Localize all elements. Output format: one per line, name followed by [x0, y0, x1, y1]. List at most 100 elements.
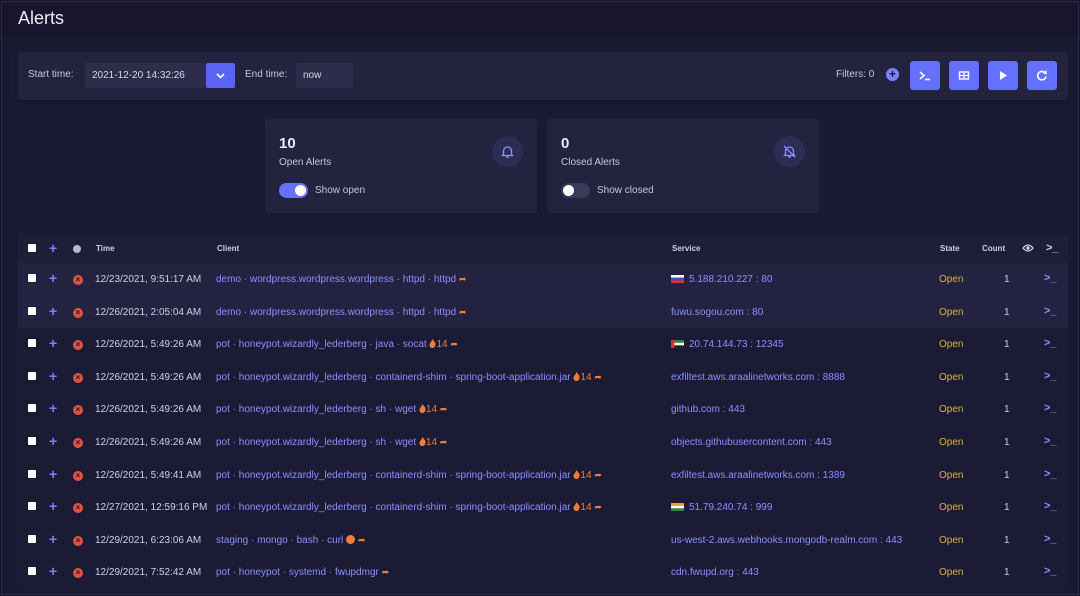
- exit-icon[interactable]: ➦: [459, 274, 467, 284]
- table-row[interactable]: + × 12/26/2021, 2:05:04 AM demo · wordpress…: [18, 295, 1068, 329]
- alert-time: 12/26/2021, 5:49:41 AM: [95, 469, 202, 481]
- table-row[interactable]: + × 12/26/2021, 5:49:41 AM pot · honeypot.w…: [18, 458, 1068, 492]
- expand-all-icon[interactable]: +: [49, 240, 57, 256]
- alert-time: 12/26/2021, 5:49:26 AM: [95, 371, 202, 383]
- service-link[interactable]: github.com : 443: [671, 404, 745, 415]
- start-time-input[interactable]: 2021-12-20 14:32:26: [85, 63, 206, 88]
- client-path-link[interactable]: pot · honeypot.wizardly_lederberg · sh ·…: [216, 404, 416, 415]
- row-checkbox[interactable]: [28, 274, 36, 282]
- client-path-link[interactable]: staging · mongo · bash · curl: [216, 535, 343, 546]
- col-time[interactable]: Time: [96, 244, 115, 253]
- row-checkbox[interactable]: [28, 469, 36, 478]
- col-service[interactable]: Service: [672, 244, 700, 253]
- row-checkbox[interactable]: [28, 567, 36, 576]
- row-checkbox[interactable]: [28, 534, 36, 543]
- row-checkbox[interactable]: [28, 339, 36, 348]
- row-checkbox[interactable]: [28, 436, 36, 445]
- add-filter-icon[interactable]: +: [886, 68, 899, 81]
- terminal-row-icon[interactable]: >_: [1044, 533, 1057, 545]
- expand-row-icon[interactable]: +: [49, 563, 57, 579]
- terminal-row-icon[interactable]: >_: [1044, 468, 1057, 480]
- close-alert-icon[interactable]: ×: [73, 568, 83, 579]
- exit-icon[interactable]: ➦: [594, 470, 602, 480]
- show-open-toggle[interactable]: [279, 183, 308, 198]
- close-alert-icon[interactable]: ×: [73, 535, 83, 546]
- table-view-button[interactable]: [949, 61, 979, 90]
- play-button[interactable]: [988, 61, 1018, 90]
- close-alert-icon[interactable]: ×: [73, 470, 83, 481]
- service-link[interactable]: fuwu.sogou.com : 80: [671, 307, 763, 318]
- terminal-row-icon[interactable]: >_: [1044, 565, 1057, 577]
- close-alert-icon[interactable]: ×: [73, 405, 83, 416]
- terminal-row-icon[interactable]: >_: [1044, 305, 1057, 317]
- service-link[interactable]: 5.188.210.227 : 80: [689, 274, 772, 285]
- refresh-button[interactable]: [1027, 61, 1057, 90]
- client-path-link[interactable]: demo · wordpress.wordpress.wordpress · h…: [216, 274, 456, 285]
- start-time-dropdown-button[interactable]: [206, 63, 235, 88]
- table-row[interactable]: + × 12/27/2021, 12:59:16 PM pot · honeypot.…: [18, 491, 1068, 524]
- table-row[interactable]: + × 12/26/2021, 5:49:26 AM pot · honeypot.w…: [18, 360, 1068, 394]
- expand-row-icon[interactable]: +: [49, 498, 57, 514]
- client-path-link[interactable]: pot · honeypot.wizardly_lederberg · cont…: [216, 470, 571, 481]
- close-alert-icon[interactable]: ×: [73, 503, 83, 514]
- expand-row-icon[interactable]: +: [49, 531, 57, 547]
- row-checkbox[interactable]: [28, 306, 36, 315]
- service-link[interactable]: exfiltest.aws.araalinetworks.com : 8888: [671, 372, 845, 383]
- show-closed-toggle[interactable]: [561, 183, 590, 198]
- close-alert-icon[interactable]: ×: [73, 275, 83, 285]
- service-link[interactable]: cdn.fwupd.org : 443: [671, 567, 759, 578]
- terminal-row-icon[interactable]: >_: [1044, 402, 1057, 414]
- expand-row-icon[interactable]: +: [49, 433, 57, 449]
- close-alert-icon[interactable]: ×: [73, 307, 83, 318]
- col-client[interactable]: Client: [217, 244, 239, 253]
- terminal-row-icon[interactable]: >_: [1044, 370, 1057, 382]
- exit-icon[interactable]: ➦: [459, 307, 467, 317]
- expand-row-icon[interactable]: +: [49, 400, 57, 416]
- terminal-row-icon[interactable]: >_: [1044, 435, 1057, 447]
- client-path-link[interactable]: pot · honeypot.wizardly_lederberg · cont…: [216, 372, 571, 383]
- terminal-button[interactable]: [910, 61, 940, 90]
- table-row[interactable]: + × 12/26/2021, 5:49:26 AM pot · honeypot.w…: [18, 393, 1068, 426]
- table-row[interactable]: + × 12/26/2021, 5:49:26 AM pot · honeypot.w…: [18, 425, 1068, 459]
- client-path-link[interactable]: pot · honeypot · systemd · fwupdmgr: [216, 567, 379, 578]
- client-path-link[interactable]: demo · wordpress.wordpress.wordpress · h…: [216, 307, 456, 318]
- table-row[interactable]: + × 12/29/2021, 7:52:42 AM pot · honeypot ·…: [18, 556, 1068, 589]
- exit-icon[interactable]: ➦: [440, 437, 448, 447]
- expand-row-icon[interactable]: +: [49, 270, 57, 286]
- exit-icon[interactable]: ➦: [358, 535, 366, 545]
- col-count[interactable]: Count: [982, 244, 1005, 253]
- service-link[interactable]: 20.74.144.73 : 12345: [689, 339, 784, 350]
- expand-row-icon[interactable]: +: [49, 303, 57, 319]
- service-link[interactable]: us-west-2.aws.webhooks.mongodb-realm.com…: [671, 535, 902, 546]
- service-link[interactable]: exfiltest.aws.araalinetworks.com : 1389: [671, 470, 845, 481]
- close-alert-icon[interactable]: ×: [73, 372, 83, 383]
- table-row[interactable]: + × 12/23/2021, 9:51:17 AM demo · wordpress…: [18, 263, 1068, 296]
- row-checkbox[interactable]: [28, 371, 36, 380]
- client-path-link[interactable]: pot · honeypot.wizardly_lederberg · cont…: [216, 502, 571, 513]
- expand-row-icon[interactable]: +: [49, 368, 57, 384]
- exit-icon[interactable]: ➦: [450, 339, 458, 349]
- client-path-link[interactable]: pot · honeypot.wizardly_lederberg · sh ·…: [216, 437, 416, 448]
- col-state[interactable]: State: [940, 244, 960, 253]
- table-row[interactable]: + × 12/29/2021, 6:23:06 AM staging · mongo …: [18, 523, 1068, 557]
- table-row[interactable]: + × 12/26/2021, 5:49:26 AM pot · honeypot.w…: [18, 328, 1068, 361]
- exit-icon[interactable]: ➦: [440, 404, 448, 414]
- close-alert-icon[interactable]: ×: [73, 340, 83, 351]
- close-alert-icon[interactable]: ×: [73, 437, 83, 448]
- terminal-row-icon[interactable]: >_: [1044, 337, 1057, 349]
- expand-row-icon[interactable]: +: [49, 335, 57, 351]
- service-link[interactable]: 51.79.240.74 : 999: [689, 502, 772, 513]
- client-path-link[interactable]: pot · honeypot.wizardly_lederberg · java…: [216, 339, 427, 350]
- row-checkbox[interactable]: [28, 404, 36, 413]
- exit-icon[interactable]: ➦: [594, 372, 602, 382]
- expand-row-icon[interactable]: +: [49, 466, 57, 482]
- exit-icon[interactable]: ➦: [594, 502, 602, 512]
- terminal-row-icon[interactable]: >_: [1044, 272, 1057, 284]
- end-time-input[interactable]: now: [296, 63, 353, 88]
- row-checkbox[interactable]: [28, 502, 36, 511]
- eye-icon[interactable]: [1022, 243, 1034, 253]
- service-link[interactable]: objects.githubusercontent.com : 443: [671, 437, 832, 448]
- terminal-row-icon[interactable]: >_: [1044, 500, 1057, 512]
- select-all-checkbox[interactable]: [28, 244, 36, 252]
- exit-icon[interactable]: ➦: [382, 567, 390, 577]
